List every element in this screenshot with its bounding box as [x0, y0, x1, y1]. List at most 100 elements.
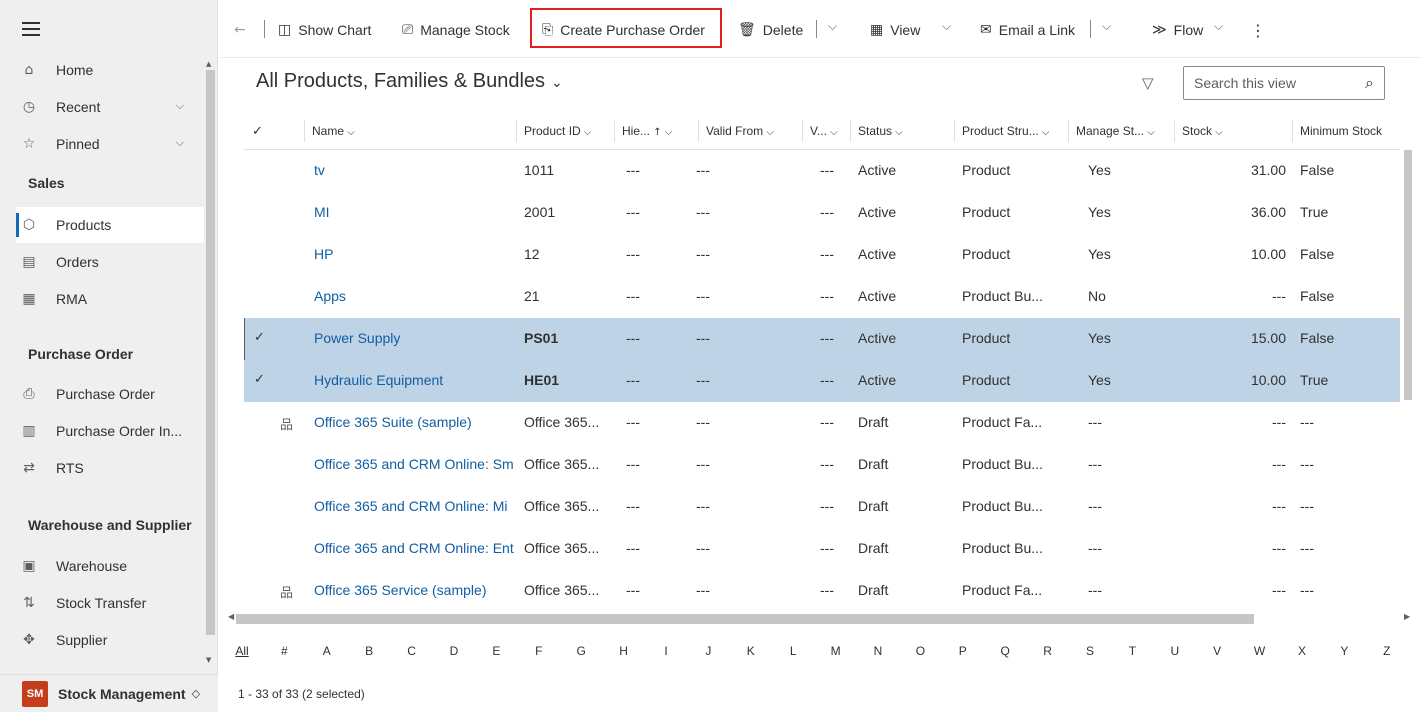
table-row[interactable]: 品 Office 365 Suite (sample) Office 365... -… — [244, 402, 1400, 444]
view-selector[interactable]: All Products, Families & Bundles ⌄ — [256, 70, 563, 93]
delete-button[interactable]: 🗑 Delete — [738, 18, 803, 42]
delete-more-chevron-icon[interactable]: ⌵ — [828, 19, 837, 34]
jump-letter[interactable]: M — [824, 644, 848, 658]
jump-letter[interactable]: O — [908, 644, 932, 658]
column-header[interactable]: Manage St... ⌵ — [1076, 124, 1155, 138]
jump-letter[interactable]: T — [1120, 644, 1144, 658]
search-icon[interactable]: ⌕ — [1365, 73, 1374, 93]
table-row[interactable]: Office 365 and CRM Online: Sm Office 365.… — [244, 444, 1400, 486]
cell-name[interactable]: Office 365 and CRM Online: Mi — [314, 498, 514, 514]
jump-letter[interactable]: C — [400, 644, 424, 658]
jump-letter[interactable]: W — [1248, 644, 1272, 658]
email-link-button[interactable]: ✉ Email a Link — [980, 18, 1075, 42]
sidebar-item-purchase-order-in[interactable]: ▥ Purchase Order In... — [18, 413, 204, 449]
jump-letter[interactable]: R — [1036, 644, 1060, 658]
chevron-down-icon[interactable]: ⌵ — [176, 99, 184, 113]
table-row[interactable]: Office 365 and CRM Online: Mi Office 365.… — [244, 486, 1400, 528]
cell-name[interactable]: Apps — [314, 288, 514, 304]
jump-letter[interactable]: N — [866, 644, 890, 658]
jump-letter[interactable]: All — [230, 644, 254, 658]
jump-letter[interactable]: J — [696, 644, 720, 658]
row-checkmark-icon[interactable]: ✓ — [254, 330, 265, 345]
jump-letter[interactable]: S — [1078, 644, 1102, 658]
cell-name[interactable]: Office 365 Service (sample) — [314, 582, 514, 598]
sidebar-item-warehouse[interactable]: ▣ Warehouse — [18, 548, 204, 584]
view-button[interactable]: ▦ View — [870, 18, 920, 42]
table-row[interactable]: 品 Office 365 Service (sample) Office 365..… — [244, 570, 1400, 612]
column-header[interactable]: Hie... ↑ ⌵ — [622, 124, 672, 138]
row-checkmark-icon[interactable]: ✓ — [254, 372, 265, 387]
table-row[interactable]: ✓ Power Supply PS01 --- --- --- Active Product Y… — [244, 318, 1400, 360]
hierarchy-icon[interactable]: 品 — [280, 582, 293, 601]
sidebar-item-purchase-order[interactable]: ⎙ Purchase Order — [18, 376, 204, 412]
sidebar-item-home[interactable]: ⌂ Home — [18, 52, 204, 88]
sidebar-item-recent[interactable]: ◷ Recent ⌵ — [18, 89, 204, 125]
jump-letter[interactable]: Y — [1332, 644, 1356, 658]
jump-letter[interactable]: B — [357, 644, 381, 658]
grid-horizontal-scrollbar[interactable]: ◀ ▶ — [228, 612, 1414, 626]
search-input[interactable] — [1194, 73, 1344, 93]
hierarchy-icon[interactable]: 品 — [280, 414, 293, 433]
cell-name[interactable]: MI — [314, 204, 514, 220]
jump-letter[interactable]: G — [569, 644, 593, 658]
cell-name[interactable]: Office 365 and CRM Online: Ent — [314, 540, 514, 556]
area-switcher[interactable]: SM Stock Management ◇ — [0, 674, 218, 712]
sidebar-item-stock-transfer[interactable]: ⇅ Stock Transfer — [18, 585, 204, 621]
jump-letter[interactable]: K — [739, 644, 763, 658]
email-more-chevron-icon[interactable]: ⌵ — [1102, 19, 1111, 34]
table-row[interactable]: Office 365 and CRM Online: Ent Office 365… — [244, 528, 1400, 570]
table-row[interactable]: HP 12 --- --- --- Active Product Yes 10.00 False — [244, 234, 1400, 276]
column-header[interactable]: Status ⌵ — [858, 124, 903, 138]
flow-button[interactable]: ≫ Flow — [1152, 18, 1203, 42]
jump-letter[interactable]: V — [1205, 644, 1229, 658]
flow-chevron-icon[interactable]: ⌵ — [1214, 19, 1223, 34]
jump-letter[interactable]: X — [1290, 644, 1314, 658]
column-header[interactable]: Valid From ⌵ — [706, 124, 774, 138]
hamburger-menu-icon[interactable] — [22, 22, 40, 36]
column-header[interactable]: Stock ⌵ — [1182, 124, 1223, 138]
jump-letter[interactable]: E — [484, 644, 508, 658]
cell-name[interactable]: Power Supply — [314, 330, 514, 346]
cell-name[interactable]: Office 365 and CRM Online: Sm — [314, 456, 514, 472]
view-chevron-icon[interactable]: ⌵ — [942, 19, 951, 34]
table-row[interactable]: ✓ Hydraulic Equipment HE01 --- --- --- Active P… — [244, 360, 1400, 402]
column-header[interactable]: Minimum Stock — [1300, 124, 1382, 138]
column-header[interactable]: Product ID ⌵ — [524, 124, 591, 138]
sidebar-item-rts[interactable]: ⇄ RTS — [18, 450, 204, 486]
jump-letter[interactable]: H — [612, 644, 636, 658]
jump-letter[interactable]: # — [272, 644, 296, 658]
table-row[interactable]: tv 1011 --- --- --- Active Product Yes 31.00 Fals… — [244, 150, 1400, 192]
cell-name[interactable]: HP — [314, 246, 514, 262]
jump-letter[interactable]: P — [951, 644, 975, 658]
back-button[interactable]: ← — [234, 18, 253, 42]
sidebar-scrollbar[interactable]: ▲ ▼ — [205, 60, 216, 670]
jump-letter[interactable]: Q — [993, 644, 1017, 658]
sidebar-item-rma[interactable]: ▦ RMA — [18, 281, 204, 317]
sidebar-item-products[interactable]: ⬡ Products — [16, 207, 204, 243]
cell-name[interactable]: tv — [314, 162, 514, 178]
manage-stock-button[interactable]: ⎚ Manage Stock — [402, 18, 510, 42]
column-header[interactable]: V... ⌵ — [810, 124, 838, 138]
column-header[interactable]: Name ⌵ — [312, 124, 355, 138]
jump-letter[interactable]: A — [315, 644, 339, 658]
table-row[interactable]: MI 2001 --- --- --- Active Product Yes 36.00 True — [244, 192, 1400, 234]
select-all-checkbox[interactable]: ✓ — [252, 124, 263, 139]
show-chart-button[interactable]: ◫ Show Chart — [278, 18, 371, 42]
cell-name[interactable]: Office 365 Suite (sample) — [314, 414, 514, 430]
jump-letter[interactable]: Z — [1375, 644, 1399, 658]
cell-name[interactable]: Hydraulic Equipment — [314, 372, 514, 388]
jump-letter[interactable]: F — [527, 644, 551, 658]
column-header[interactable]: Product Stru... ⌵ — [962, 124, 1049, 138]
grid-vertical-scrollbar[interactable] — [1402, 114, 1414, 614]
sidebar-item-orders[interactable]: ▤ Orders — [18, 244, 204, 280]
filter-icon[interactable]: ▽ — [1142, 74, 1154, 92]
sidebar-item-supplier[interactable]: ✥ Supplier — [18, 622, 204, 658]
jump-letter[interactable]: D — [442, 644, 466, 658]
jump-letter[interactable]: L — [781, 644, 805, 658]
table-row[interactable]: Apps 21 --- --- --- Active Product Bu... No --- F… — [244, 276, 1400, 318]
chevron-down-icon[interactable]: ⌵ — [176, 136, 184, 150]
sidebar-item-pinned[interactable]: ☆ Pinned ⌵ — [18, 126, 204, 162]
more-commands-button[interactable]: ⋮ — [1250, 18, 1273, 42]
jump-letter[interactable]: I — [654, 644, 678, 658]
jump-letter[interactable]: U — [1163, 644, 1187, 658]
